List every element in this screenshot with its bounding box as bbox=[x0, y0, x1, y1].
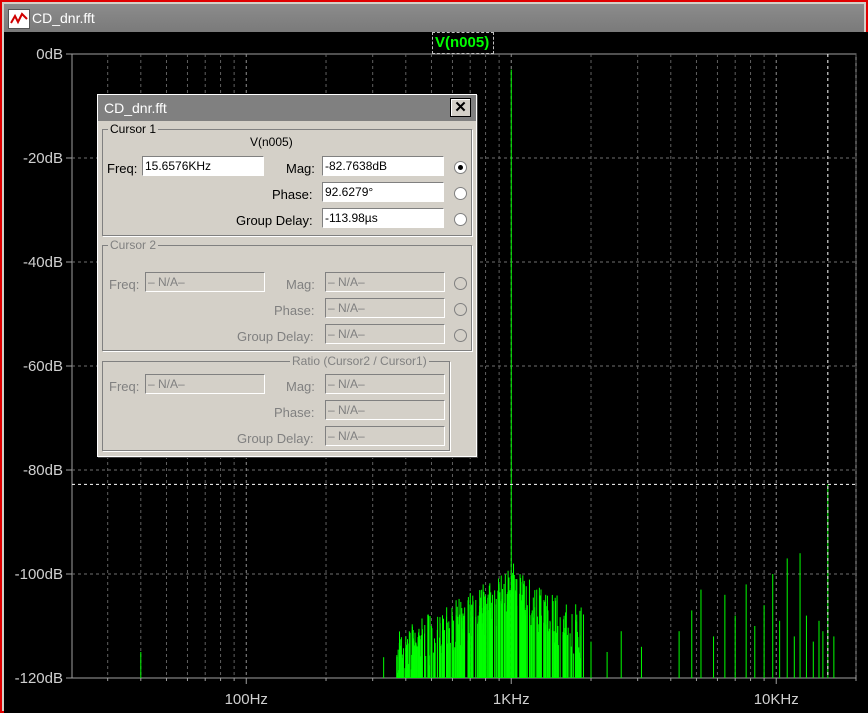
ratio-gd-field bbox=[325, 426, 445, 446]
ratio-legend: Ratio (Cursor2 / Cursor1) bbox=[290, 354, 429, 368]
cursor1-mag-radio[interactable] bbox=[454, 161, 467, 174]
y-tick-label: -20dB bbox=[23, 150, 63, 167]
cursor2-phase-label: Phase: bbox=[274, 303, 315, 318]
waveform-app-icon bbox=[8, 9, 30, 29]
cursor1-phase-label: Phase: bbox=[272, 187, 313, 202]
cursor1-trace-name: V(n005) bbox=[250, 135, 293, 149]
dialog-title: CD_dnr.fft bbox=[104, 100, 167, 116]
cursor2-phase-field bbox=[325, 298, 445, 318]
trace-label[interactable]: V(n005) bbox=[435, 34, 489, 51]
ratio-freq-field bbox=[145, 374, 265, 394]
y-tick-label: -60dB bbox=[23, 358, 63, 375]
cursor1-gd-radio[interactable] bbox=[454, 213, 467, 226]
cursor1-freq-label: Freq: bbox=[107, 161, 138, 176]
cursor2-gd-field bbox=[325, 324, 445, 344]
window-title: CD_dnr.fft bbox=[32, 10, 95, 26]
cursor1-gd-field[interactable] bbox=[322, 208, 444, 228]
x-tick-label: 100Hz bbox=[225, 691, 268, 708]
y-tick-label: -120dB bbox=[15, 670, 63, 687]
cursor2-gd-label: Group Delay: bbox=[237, 329, 314, 344]
ratio-phase-field bbox=[325, 400, 445, 420]
y-tick-label: -100dB bbox=[15, 566, 63, 583]
cursor-dialog: CD_dnr.fft ✕ Cursor 1 V(n005) Freq: Mag:… bbox=[97, 94, 477, 457]
cursor2-mag-label: Mag: bbox=[286, 277, 315, 292]
cursor2-mag-field bbox=[325, 272, 445, 292]
x-tick-label: 10KHz bbox=[754, 691, 799, 708]
ratio-gd-label: Group Delay: bbox=[237, 431, 314, 446]
cursor1-mag-field[interactable] bbox=[322, 156, 444, 176]
ratio-phase-label: Phase: bbox=[274, 405, 315, 420]
x-tick-label: 1KHz bbox=[493, 691, 530, 708]
window-titlebar[interactable]: CD_dnr.fft bbox=[4, 4, 864, 32]
ratio-freq-label: Freq: bbox=[109, 379, 140, 394]
y-tick-label: 0dB bbox=[36, 46, 63, 63]
ratio-mag-label: Mag: bbox=[286, 379, 315, 394]
y-tick-label: -80dB bbox=[23, 462, 63, 479]
cursor2-gd-radio bbox=[454, 329, 467, 342]
cursor2-legend: Cursor 2 bbox=[108, 238, 159, 252]
cursor1-phase-radio[interactable] bbox=[454, 187, 467, 200]
y-tick-label: -40dB bbox=[23, 254, 63, 271]
dialog-close-button[interactable]: ✕ bbox=[450, 98, 471, 117]
cursor1-freq-field[interactable] bbox=[142, 156, 264, 176]
cursor2-freq-field bbox=[145, 272, 265, 292]
cursor2-phase-radio bbox=[454, 303, 467, 316]
cursor2-freq-label: Freq: bbox=[109, 277, 140, 292]
dialog-titlebar[interactable]: CD_dnr.fft ✕ bbox=[98, 95, 476, 121]
fft-window: CD_dnr.fft 0dB -20dB -40dB -60dB -80dB -100dB… bbox=[0, 0, 868, 713]
cursor1-legend: Cursor 1 bbox=[108, 122, 159, 136]
cursor1-phase-field[interactable] bbox=[322, 182, 444, 202]
cursor2-mag-radio bbox=[454, 277, 467, 290]
ratio-mag-field bbox=[325, 374, 445, 394]
cursor1-gd-label: Group Delay: bbox=[236, 213, 313, 228]
cursor1-mag-label: Mag: bbox=[286, 161, 315, 176]
